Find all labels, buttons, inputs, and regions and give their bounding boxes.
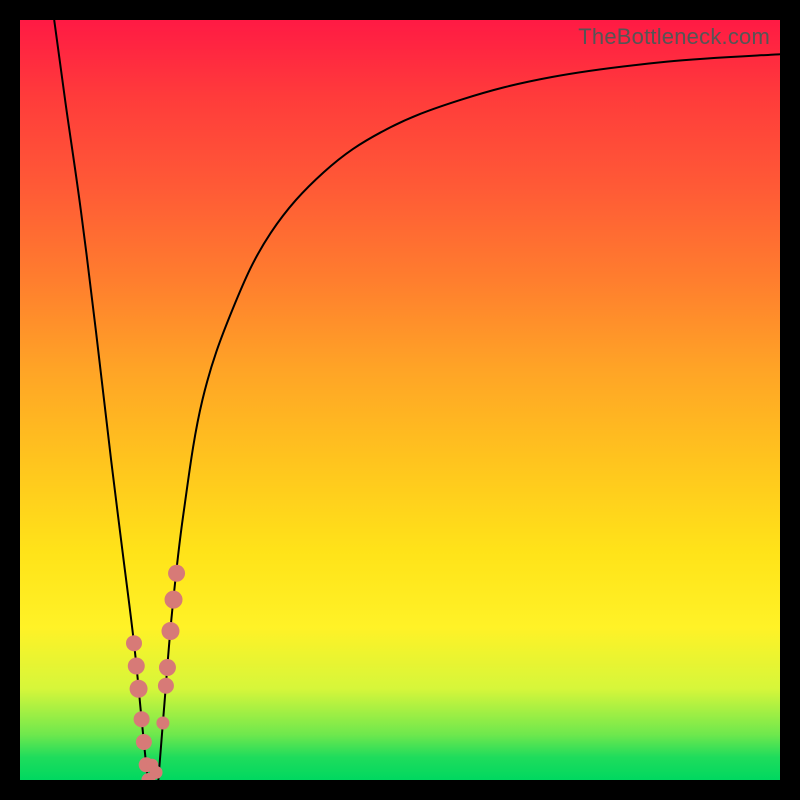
marker-dot	[168, 565, 185, 582]
marker-dot	[150, 766, 163, 779]
marker-dot	[126, 635, 142, 651]
marker-dot	[165, 591, 183, 609]
marker-dot	[130, 680, 148, 698]
chart-svg	[20, 20, 780, 780]
marker-dot	[128, 658, 145, 675]
chart-plot-area: TheBottleneck.com	[20, 20, 780, 780]
marker-dot	[158, 678, 174, 694]
marker-cluster	[126, 565, 185, 780]
marker-dot	[161, 622, 179, 640]
marker-dot	[136, 734, 152, 750]
marker-dot	[156, 717, 169, 730]
curve-right-branch	[158, 54, 780, 780]
marker-dot	[159, 659, 176, 676]
chart-outer-frame: TheBottleneck.com	[0, 0, 800, 800]
marker-dot	[134, 711, 150, 727]
